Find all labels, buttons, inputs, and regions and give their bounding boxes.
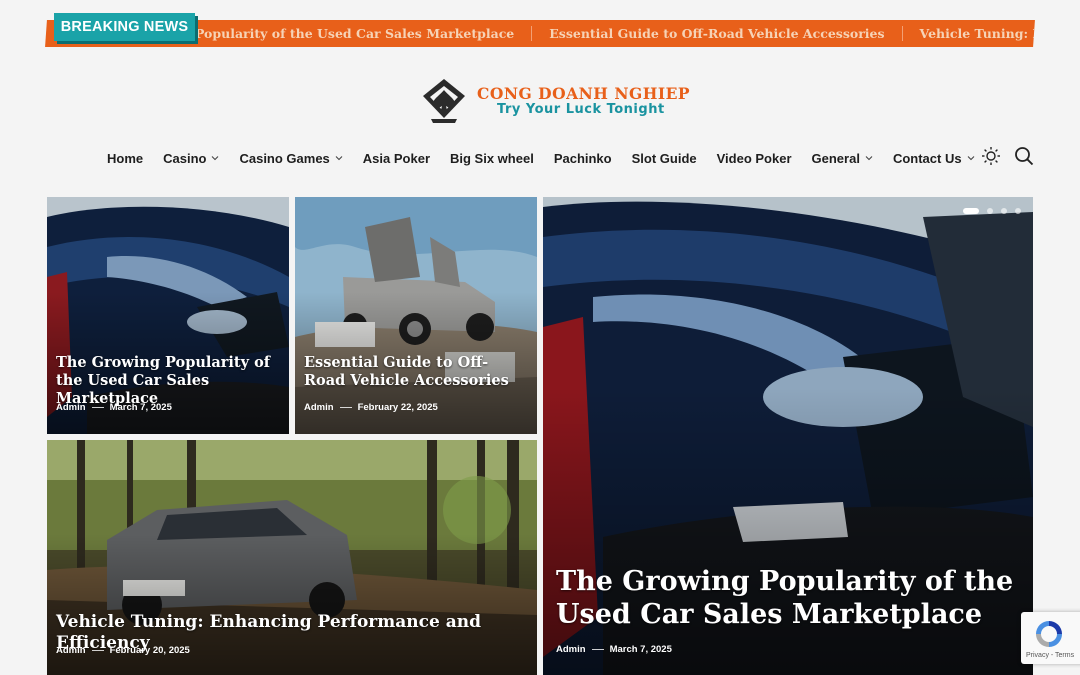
meta-divider <box>91 407 104 408</box>
breaking-news-badge: BREAKING NEWS <box>54 13 195 41</box>
post-author[interactable]: Admin <box>556 644 586 655</box>
slider-dot[interactable] <box>1001 208 1007 214</box>
nav-label: General <box>811 150 860 166</box>
nav-label: Contact Us <box>892 150 962 166</box>
post-card[interactable]: Vehicle Tuning: Enhancing Performance an… <box>47 440 537 675</box>
post-date: February 22, 2025 <box>357 402 438 413</box>
post-author[interactable]: Admin <box>56 645 86 656</box>
nav-contact-us[interactable]: Contact Us <box>893 151 975 166</box>
search-icon[interactable] <box>1014 146 1034 166</box>
site-tagline: Try Your Luck Tonight <box>497 101 665 117</box>
site-name: CONG DOANH NGHIEP <box>477 83 691 103</box>
post-meta: Admin February 22, 2025 <box>304 402 438 413</box>
chevron-down-icon <box>335 156 343 161</box>
nav-asia-poker[interactable]: Asia Poker <box>363 151 430 166</box>
post-meta: Admin February 20, 2025 <box>56 645 190 656</box>
post-card[interactable]: Essential Guide to Off-Road Vehicle Acce… <box>295 197 537 434</box>
nav-slot-guide[interactable]: Slot Guide <box>632 151 697 166</box>
nav-pachinko[interactable]: Pachinko <box>554 151 612 166</box>
nav-label: Asia Poker <box>362 150 430 166</box>
nav-big-six-wheel[interactable]: Big Six wheel <box>450 151 534 166</box>
nav-casino-games[interactable]: Casino Games <box>239 151 354 166</box>
post-author[interactable]: Admin <box>304 402 334 413</box>
slider-dots <box>955 208 1021 214</box>
ticker-link[interactable]: Vehicle Tuning: Enhancing Performance an… <box>901 26 1034 41</box>
chevron-down-icon <box>212 156 219 161</box>
nav-home[interactable]: Home <box>107 151 143 166</box>
nav-label: Casino <box>163 150 207 166</box>
nav-label: Casino Games <box>239 150 330 166</box>
post-title[interactable]: The Growing Popularity of the Used Car S… <box>556 565 1025 631</box>
post-title[interactable]: The Growing Popularity of the Used Car S… <box>56 354 281 408</box>
main-nav: Home Casino Casino Games Asia Poker Big … <box>107 149 995 167</box>
post-title[interactable]: Essential Guide to Off-Road Vehicle Acce… <box>304 354 529 390</box>
meta-divider <box>339 407 352 408</box>
nav-video-poker[interactable]: Video Poker <box>717 151 792 166</box>
nav-label: Big Six wheel <box>450 150 534 166</box>
ticker-link[interactable]: Essential Guide to Off-Road Vehicle Acce… <box>531 26 902 41</box>
featured-post-card[interactable]: The Growing Popularity of the Used Car S… <box>543 197 1033 675</box>
recaptcha-icon <box>1036 621 1062 647</box>
slider-dot[interactable] <box>987 208 993 214</box>
nav-casino[interactable]: Casino <box>163 151 231 166</box>
recaptcha-text[interactable]: Privacy - Terms <box>1026 652 1074 659</box>
post-date: March 7, 2025 <box>609 644 672 655</box>
nav-label: Home <box>107 150 144 166</box>
nav-general[interactable]: General <box>812 151 885 166</box>
spade-diamond-icon <box>423 79 465 123</box>
meta-divider <box>91 650 104 651</box>
ticker-link[interactable]: The Growing Popularity of the Used Car S… <box>196 26 531 41</box>
recaptcha-badge[interactable]: Privacy - Terms <box>1021 612 1080 664</box>
header-actions <box>968 146 1034 166</box>
post-date: February 20, 2025 <box>109 645 190 656</box>
slider-dot[interactable] <box>963 208 979 214</box>
nav-label: Slot Guide <box>631 150 697 166</box>
meta-divider <box>591 649 604 650</box>
nav-label: Video Poker <box>716 150 792 166</box>
image-overlay <box>543 388 1033 675</box>
nav-label: Pachinko <box>553 150 612 166</box>
post-date: March 7, 2025 <box>109 402 172 413</box>
post-meta: Admin March 7, 2025 <box>556 644 672 655</box>
slider-dot[interactable] <box>1015 208 1021 214</box>
post-author[interactable]: Admin <box>56 402 86 413</box>
sun-icon[interactable] <box>981 146 1001 166</box>
site-logo[interactable]: CONG DOANH NGHIEP Try Your Luck Tonight <box>421 78 690 124</box>
chevron-down-icon <box>865 156 873 161</box>
post-card[interactable]: The Growing Popularity of the Used Car S… <box>47 197 289 434</box>
post-meta: Admin March 7, 2025 <box>56 402 172 413</box>
